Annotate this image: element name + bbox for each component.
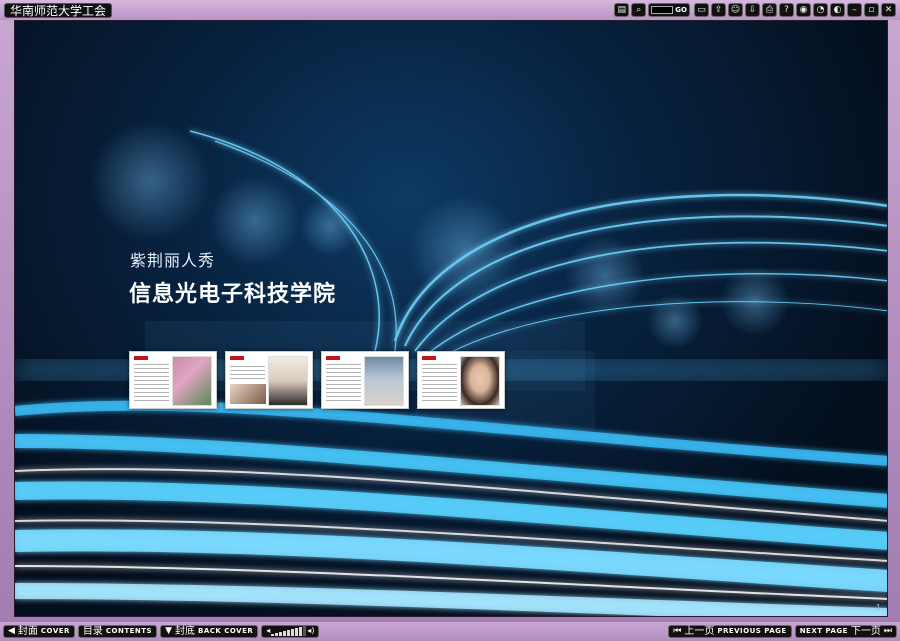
page-number: 1	[875, 603, 881, 612]
volume-down-icon[interactable]: ◂	[266, 626, 270, 636]
comment-icon[interactable]: ▭	[694, 3, 709, 17]
share-icon[interactable]: ⇪	[711, 3, 726, 17]
thumbnail-text	[230, 356, 266, 404]
back-cover-button[interactable]: ▼ 封底 BACK COVER	[160, 625, 259, 638]
goto-page-input[interactable]	[651, 6, 674, 14]
volume-slider[interactable]: ◂ ◂)	[261, 625, 320, 638]
article-thumbnail[interactable]	[225, 351, 313, 409]
page-subtitle: 紫荆丽人秀	[130, 251, 216, 270]
maximize-icon[interactable]: ▫	[864, 3, 879, 17]
article-thumbnail[interactable]	[417, 351, 505, 409]
previous-page-button[interactable]: ⏮ 上一页 PREVIOUS PAGE	[668, 625, 792, 638]
download-icon[interactable]: ⇩	[745, 3, 760, 17]
article-thumbnails	[129, 351, 505, 409]
autoplay-icon[interactable]: ◔	[813, 3, 828, 17]
cover-icon: ◀	[8, 626, 15, 636]
light-streaks-background	[15, 121, 887, 616]
first-page-icon: ⏮	[673, 626, 682, 636]
app-title: 华南师范大学工会	[4, 2, 113, 18]
minimize-icon[interactable]: –	[847, 3, 862, 17]
next-page-button[interactable]: NEXT PAGE 下一页 ⏭	[794, 625, 897, 638]
cover-button[interactable]: ◀ 封面 COVER	[3, 625, 75, 638]
goto-page[interactable]: GO	[648, 3, 690, 17]
navigation-bar: ◀ 封面 COVER 目录 CONTENTS ▼ 封底 BACK COVER ◂…	[0, 622, 900, 641]
zoom-icon[interactable]: ⌕	[631, 3, 647, 17]
article-thumbnail[interactable]	[321, 351, 409, 409]
thumbnail-text	[326, 356, 361, 404]
user-icon[interactable]: ☺	[728, 3, 743, 17]
help-icon[interactable]: ?	[779, 3, 794, 17]
sound-icon[interactable]: ◐	[830, 3, 845, 17]
settings-icon[interactable]: ◉	[796, 3, 811, 17]
last-page-icon: ⏭	[883, 626, 892, 636]
article-thumbnail[interactable]	[129, 351, 217, 409]
thumbnail-photo	[460, 356, 500, 406]
thumbnail-text	[422, 356, 457, 404]
thumbnail-text	[134, 356, 169, 404]
toolbar: ▤ ⌕ GO ▭ ⇪ ☺ ⇩ ⎙ ? ◉ ◔ ◐ – ▫ ✕	[614, 3, 896, 17]
book-page[interactable]: 紫荆丽人秀 信息光电子科技学院 1	[14, 20, 888, 617]
thumbnail-photo	[172, 356, 212, 406]
thumbnail-photo	[268, 356, 308, 406]
volume-up-icon[interactable]: ◂)	[307, 626, 314, 636]
contents-button[interactable]: 目录 CONTENTS	[77, 625, 158, 638]
thumbnail-photo	[364, 356, 404, 406]
title-bar: 华南师范大学工会 ▤ ⌕ GO ▭ ⇪ ☺ ⇩ ⎙ ? ◉ ◔ ◐ – ▫ ✕	[0, 0, 900, 20]
print-icon[interactable]: ⎙	[762, 3, 777, 17]
page-title: 信息光电子科技学院	[129, 282, 337, 307]
back-cover-icon: ▼	[165, 626, 173, 636]
thumbnails-icon[interactable]: ▤	[614, 3, 630, 17]
goto-button[interactable]: GO	[675, 6, 687, 14]
close-icon[interactable]: ✕	[881, 3, 896, 17]
